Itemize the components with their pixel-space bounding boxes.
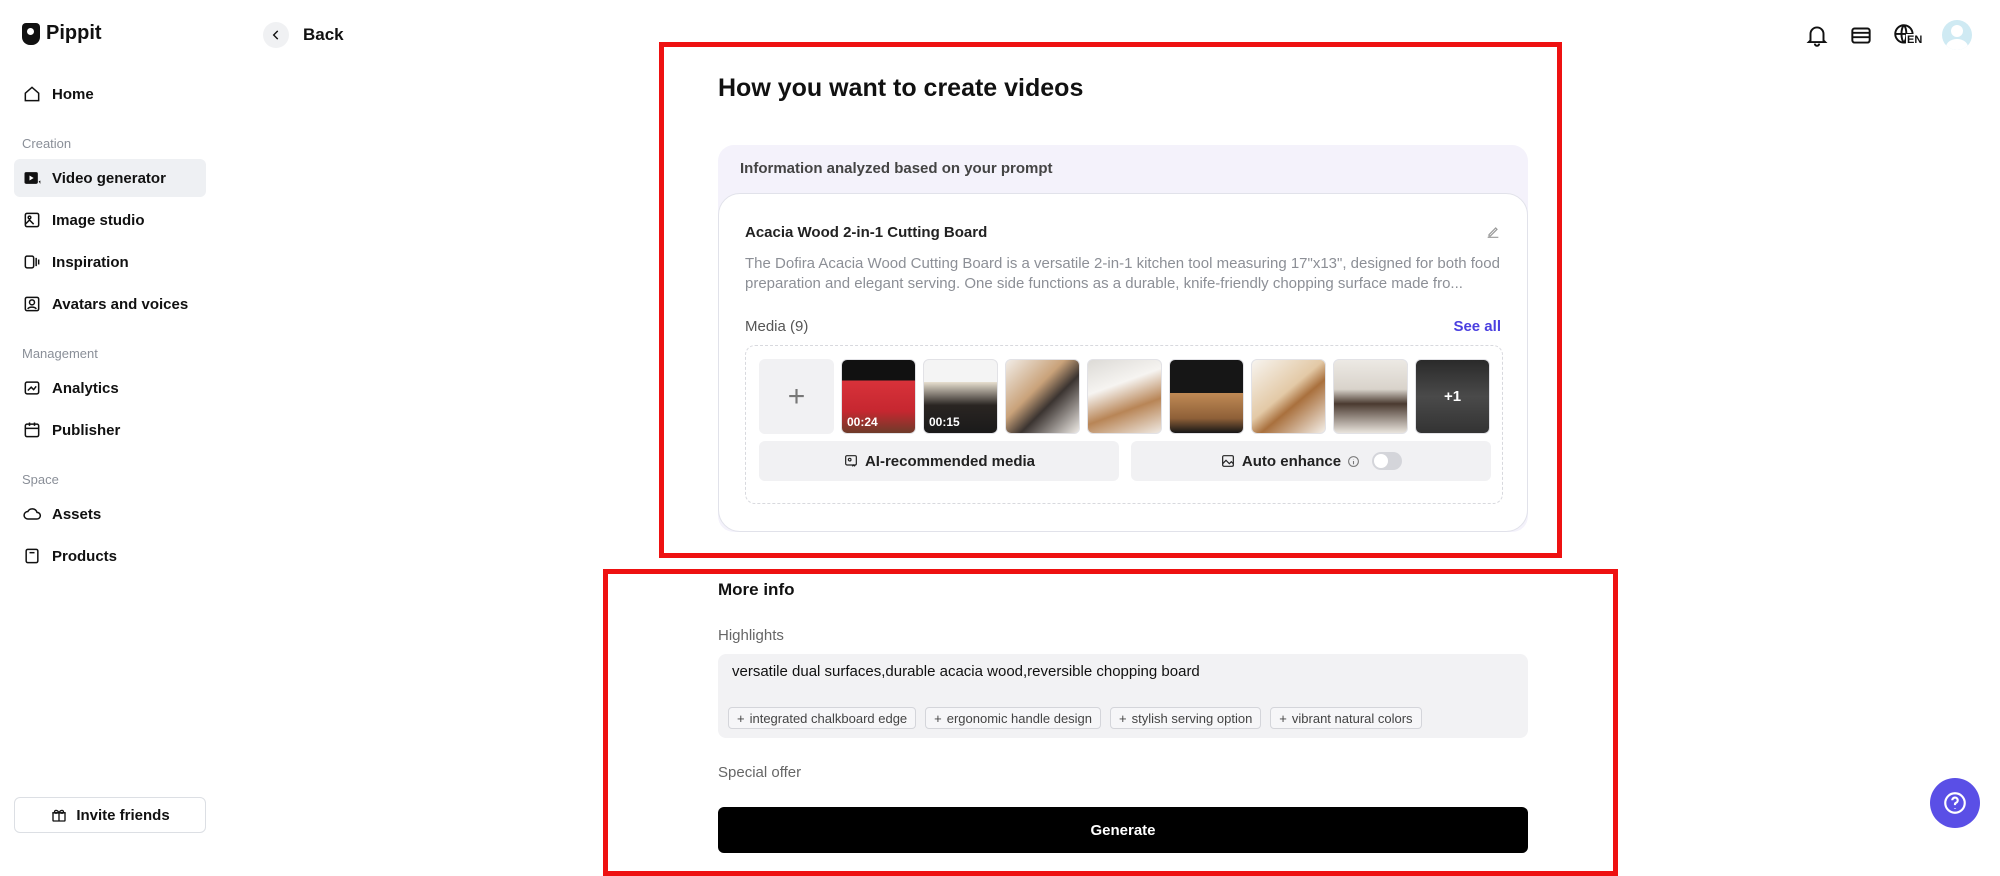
- product-box-icon: [25, 548, 39, 564]
- special-offer-label: Special offer: [718, 764, 802, 781]
- sidebar-item-avatars-voices[interactable]: Avatars and voices: [14, 285, 206, 323]
- sidebar-item-label: Publisher: [52, 421, 121, 439]
- media-thumbnail[interactable]: [1005, 359, 1080, 434]
- sidebar-item-video-generator[interactable]: Video generator: [14, 159, 206, 197]
- auto-enhance-control: Auto enhance: [1131, 441, 1491, 481]
- section-label-creation: Creation: [22, 136, 72, 151]
- media-thumbnail[interactable]: [1251, 359, 1326, 434]
- back-button[interactable]: Back: [263, 22, 344, 48]
- home-icon: [24, 86, 40, 102]
- highlight-suggestions: + integrated chalkboard edge + ergonomic h…: [728, 707, 1422, 729]
- auto-enhance-toggle[interactable]: [1372, 452, 1403, 470]
- sidebar-item-label: Analytics: [52, 379, 119, 397]
- product-info-card: Acacia Wood 2-in-1 Cutting Board The Dof…: [718, 193, 1528, 532]
- inspiration-icon: [24, 255, 40, 269]
- suggestion-chip[interactable]: + integrated chalkboard edge: [728, 707, 917, 729]
- section-label-management: Management: [22, 346, 98, 361]
- section-label-space: Space: [22, 472, 59, 487]
- ai-recommended-media-button[interactable]: AI-recommended media: [759, 441, 1119, 481]
- sidebar-item-inspiration[interactable]: Inspiration: [14, 243, 206, 281]
- more-info-title: More info: [718, 580, 795, 599]
- help-button[interactable]: [1930, 778, 1980, 828]
- highlights-label: Highlights: [718, 627, 784, 644]
- pippit-logo-icon: [22, 22, 40, 45]
- plus-icon: +: [1279, 710, 1287, 726]
- media-thumbnail[interactable]: [1169, 359, 1244, 434]
- ai-media-icon: [845, 455, 857, 467]
- sidebar-item-label: Home: [52, 85, 94, 103]
- chip-label: integrated chalkboard edge: [749, 710, 908, 726]
- product-description: The Dofira Acacia Wood Cutting Board is …: [745, 255, 1500, 292]
- sidebar-item-analytics[interactable]: Analytics: [14, 369, 206, 407]
- suggestion-chip[interactable]: + ergonomic handle design: [925, 707, 1102, 729]
- chip-label: vibrant natural colors: [1291, 710, 1413, 726]
- app-logo[interactable]: Pippit: [22, 22, 102, 45]
- add-media-button[interactable]: +: [759, 359, 834, 434]
- edit-icon[interactable]: [1485, 224, 1501, 240]
- info-icon[interactable]: [1347, 455, 1360, 468]
- help-icon: [1944, 792, 1966, 814]
- media-thumbnail[interactable]: 00:24: [841, 359, 916, 434]
- sidebar: Pippit Home Creation Video generator Ima…: [0, 0, 220, 876]
- page-title: How you want to create videos: [718, 74, 1084, 102]
- back-label: Back: [303, 25, 344, 44]
- image-studio-icon: [24, 212, 40, 228]
- user-avatar[interactable]: [1942, 20, 1972, 50]
- chip-label: ergonomic handle design: [946, 710, 1093, 726]
- sidebar-item-publisher[interactable]: Publisher: [14, 411, 206, 449]
- sidebar-item-label: Video generator: [52, 169, 166, 187]
- sidebar-item-label: Avatars and voices: [52, 295, 189, 313]
- plus-icon: +: [787, 379, 806, 413]
- sidebar-item-label: Inspiration: [52, 253, 129, 271]
- avatar-icon: [24, 296, 40, 312]
- cloud-icon: [23, 508, 41, 520]
- app-name: Pippit: [46, 22, 102, 44]
- media-thumbnail-more[interactable]: +1: [1415, 359, 1490, 434]
- video-duration: 00:24: [847, 415, 878, 429]
- generate-button[interactable]: Generate: [718, 807, 1528, 853]
- plus-icon: +: [934, 710, 942, 726]
- product-name: Acacia Wood 2-in-1 Cutting Board: [745, 224, 988, 241]
- sidebar-item-label: Products: [52, 547, 118, 565]
- media-label: Media (9): [745, 318, 809, 335]
- info-caption: Information analyzed based on your promp…: [740, 160, 1053, 177]
- sidebar-item-assets[interactable]: Assets: [14, 495, 206, 533]
- more-media-count: +1: [1443, 388, 1462, 405]
- invite-friends-button[interactable]: Invite friends: [14, 797, 206, 833]
- sidebar-item-image-studio[interactable]: Image studio: [14, 201, 206, 239]
- sidebar-item-products[interactable]: Products: [14, 537, 206, 575]
- video-generator-icon: [24, 172, 41, 184]
- suggestion-chip[interactable]: + stylish serving option: [1110, 707, 1262, 729]
- credit-card-icon[interactable]: [1848, 22, 1874, 48]
- suggestion-chip[interactable]: + vibrant natural colors: [1270, 707, 1422, 729]
- sidebar-item-home[interactable]: Home: [14, 75, 206, 113]
- auto-enhance-label: Auto enhance: [1241, 452, 1342, 470]
- media-thumbnail[interactable]: [1333, 359, 1408, 434]
- sidebar-item-label: Assets: [52, 505, 102, 523]
- bell-icon[interactable]: [1804, 22, 1830, 48]
- language-code: EN: [1906, 34, 1924, 46]
- plus-icon: +: [1119, 710, 1127, 726]
- see-all-link[interactable]: See all: [1453, 318, 1501, 335]
- image-enhance-icon: [1221, 455, 1234, 467]
- highlights-input[interactable]: versatile dual surfaces,durable acacia w…: [718, 654, 1528, 738]
- calendar-icon: [24, 422, 40, 438]
- plus-icon: +: [737, 710, 745, 726]
- chip-label: stylish serving option: [1131, 710, 1253, 726]
- analytics-icon: [24, 381, 40, 395]
- media-gallery: + 00:24 00:15 +1 AI-recommended media Au…: [745, 345, 1503, 504]
- sidebar-item-label: Image studio: [52, 211, 145, 229]
- chevron-left-icon: [263, 22, 289, 48]
- highlights-value: versatile dual surfaces,durable acacia w…: [732, 663, 1200, 680]
- ai-media-label: AI-recommended media: [864, 452, 1036, 470]
- header-actions: EN: [1804, 20, 1972, 50]
- invite-friends-label: Invite friends: [76, 806, 170, 824]
- media-thumbnail[interactable]: [1087, 359, 1162, 434]
- info-panel: Information analyzed based on your promp…: [718, 145, 1528, 532]
- media-thumbnail[interactable]: 00:15: [923, 359, 998, 434]
- video-duration: 00:15: [929, 415, 960, 429]
- gift-icon: [52, 809, 67, 822]
- language-selector[interactable]: EN: [1892, 22, 1924, 48]
